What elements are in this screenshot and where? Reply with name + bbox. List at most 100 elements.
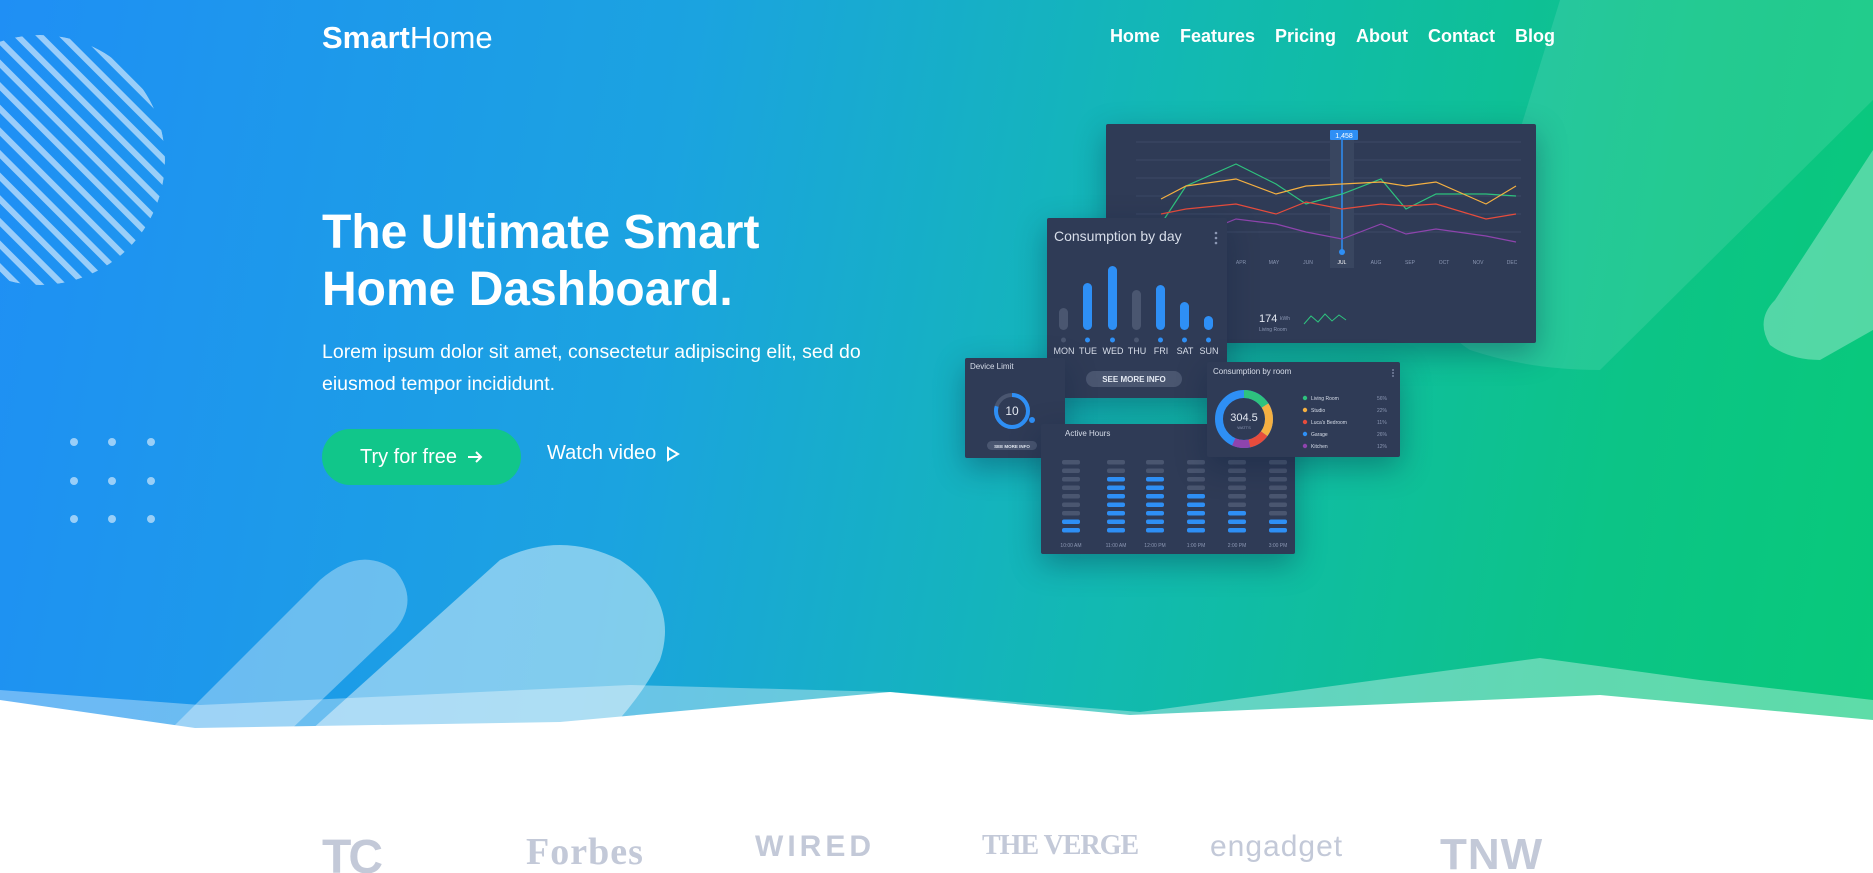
room-total-value: 304.5 xyxy=(1230,412,1258,424)
active-hour-cell xyxy=(1146,494,1164,499)
room-name: Luca's Bedroom xyxy=(1311,420,1347,426)
month-tick: DEC xyxy=(1507,260,1518,266)
nav-home[interactable]: Home xyxy=(1110,26,1160,47)
hero-section: Smart Home Home Features Pricing About C… xyxy=(0,0,1873,740)
stat-value: 174 xyxy=(1259,313,1277,325)
press-logos-row: TC Forbes WIRED THE VERGE engadget TNW xyxy=(0,820,1873,873)
hero-subtext: Lorem ipsum dolor sit amet, consectetur … xyxy=(322,336,922,400)
nav-about[interactable]: About xyxy=(1356,26,1408,47)
hero-background-decoration xyxy=(0,0,1873,740)
active-hour-cell xyxy=(1107,485,1125,490)
active-hour-cell xyxy=(1062,494,1080,499)
press-logo-forbes: Forbes xyxy=(526,831,644,873)
room-donut-chart: 304.5 WATTS Living Room 56% Studio 22% Luc… xyxy=(1215,369,1394,450)
active-hour-cell xyxy=(1228,468,1246,473)
room-pct: 22% xyxy=(1377,408,1388,414)
active-hour-cell xyxy=(1146,485,1164,490)
press-logo-the-verge: THE VERGE xyxy=(982,830,1139,861)
active-hour-cell xyxy=(1146,477,1164,482)
try-for-free-label: Try for free xyxy=(359,445,458,468)
hour-label: 1:00 PM xyxy=(1187,543,1206,549)
arrow-right-icon xyxy=(468,451,483,463)
press-logo-tnw: TNW xyxy=(1440,830,1544,873)
main-nav: Home Features Pricing About Contact Blog xyxy=(1110,26,1555,47)
active-hour-cell xyxy=(1187,494,1205,499)
active-hour-cell xyxy=(1062,460,1080,465)
month-tick-highlight: JUL xyxy=(1338,260,1347,266)
logo-text-light: Home xyxy=(409,20,493,55)
active-hour-cell xyxy=(1062,511,1080,516)
active-hour-cell xyxy=(1228,502,1246,507)
active-hour-cell xyxy=(1146,528,1164,533)
active-hour-cell xyxy=(1062,468,1080,473)
active-hour-cell xyxy=(1146,511,1164,516)
hour-label: 11:00 AM xyxy=(1106,543,1127,549)
active-hour-cell xyxy=(1228,494,1246,499)
active-hour-cell xyxy=(1187,511,1205,516)
active-hour-cell xyxy=(1228,511,1246,516)
day-label: MON xyxy=(1054,346,1075,356)
active-hour-cell xyxy=(1107,460,1125,465)
watch-video-button[interactable]: Watch video xyxy=(547,442,681,465)
active-hour-cell xyxy=(1146,468,1164,473)
nav-features[interactable]: Features xyxy=(1180,26,1255,47)
consumption-by-room-card: Consumption by room 304.5 WATTS Living R… xyxy=(1207,362,1400,457)
play-icon xyxy=(667,445,681,462)
month-tick: JUN xyxy=(1303,260,1313,266)
active-hour-cell xyxy=(1187,477,1205,482)
brand-logo[interactable]: Smart Home xyxy=(322,20,493,56)
active-hour-cell xyxy=(1062,485,1080,490)
day-label: SUN xyxy=(1199,346,1218,356)
room-pct: 12% xyxy=(1377,444,1388,450)
active-hour-cell xyxy=(1269,468,1287,473)
active-hour-cell xyxy=(1062,528,1080,533)
subtext-line-2: eiusmod tempor incididunt. xyxy=(322,373,556,395)
active-hour-cell xyxy=(1269,511,1287,516)
active-hour-cell xyxy=(1187,485,1205,490)
active-hour-cell xyxy=(1107,468,1125,473)
month-tick: AUG xyxy=(1371,260,1382,266)
active-hour-cell xyxy=(1269,460,1287,465)
nav-contact[interactable]: Contact xyxy=(1428,26,1495,47)
active-hour-cell xyxy=(1228,519,1246,524)
dot-grid-decoration xyxy=(70,438,155,523)
nav-pricing[interactable]: Pricing xyxy=(1275,26,1336,47)
active-hour-cell xyxy=(1269,477,1287,482)
day-label: THU xyxy=(1128,346,1147,356)
active-hour-cell xyxy=(1107,494,1125,499)
active-hour-cell xyxy=(1146,519,1164,524)
try-for-free-button[interactable]: Try for free xyxy=(322,429,521,485)
watch-video-label: Watch video xyxy=(547,442,657,464)
active-hour-cell xyxy=(1269,528,1287,533)
press-logo-techcrunch: TC xyxy=(322,831,383,873)
daily-bar-chart: MON TUE WED THU FRI SAT SUN SEE MORE INF… xyxy=(1054,231,1219,387)
room-pct: 26% xyxy=(1377,432,1388,438)
month-tick: SEP xyxy=(1405,260,1416,266)
room-name: Studio xyxy=(1311,408,1325,414)
room-pct: 11% xyxy=(1377,420,1387,426)
subtext-line-1: Lorem ipsum dolor sit amet, consectetur … xyxy=(322,341,861,363)
active-hour-cell xyxy=(1228,528,1246,533)
logo-text-bold: Smart xyxy=(322,20,410,55)
active-hour-cell xyxy=(1187,502,1205,507)
hour-label: 12:00 PM xyxy=(1144,543,1165,549)
hour-label: 2:00 PM xyxy=(1228,543,1247,549)
day-label: WED xyxy=(1103,346,1124,356)
active-hour-cell xyxy=(1269,485,1287,490)
month-tick: MAY xyxy=(1269,260,1280,266)
stat-label: Living Room xyxy=(1259,327,1287,333)
hour-label: 3:00 PM xyxy=(1269,543,1288,549)
active-hour-cell xyxy=(1107,477,1125,482)
active-hour-cell xyxy=(1269,494,1287,499)
consumption-by-day-card: Consumption by day MON TUE WED THU FRI S… xyxy=(1047,218,1227,398)
see-more-info-button[interactable]: SEE MORE INFO xyxy=(1102,375,1166,384)
device-see-more-button[interactable]: SEE MORE INFO xyxy=(994,444,1030,449)
active-hour-cell xyxy=(1062,519,1080,524)
day-label: SAT xyxy=(1177,346,1194,356)
active-hour-cell xyxy=(1187,519,1205,524)
active-hour-cell xyxy=(1228,485,1246,490)
active-hour-cell xyxy=(1228,460,1246,465)
nav-blog[interactable]: Blog xyxy=(1515,26,1555,47)
room-name: Garage xyxy=(1311,432,1328,438)
month-tick: OCT xyxy=(1439,260,1450,266)
